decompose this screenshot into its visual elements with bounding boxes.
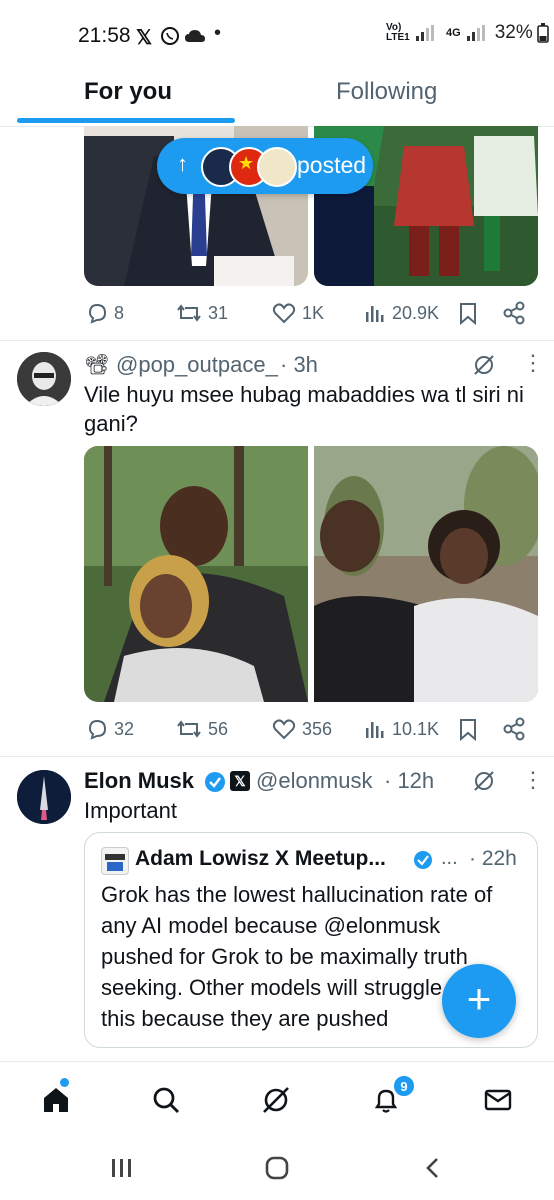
tweet2-image-2[interactable] <box>314 446 538 702</box>
grok-icon[interactable] <box>472 769 496 793</box>
tweet-divider <box>0 340 554 341</box>
home-circle-icon <box>265 1156 289 1180</box>
reply-icon <box>88 303 107 324</box>
views-icon <box>366 722 384 738</box>
retweet-button[interactable]: 31 <box>176 302 228 324</box>
share-icon[interactable] <box>502 717 526 741</box>
views-button[interactable]: 10.1K <box>364 718 439 740</box>
notification-count-badge: 9 <box>392 1074 416 1098</box>
status-bar: 21:58 𝕏 • Vo) LTE1 4G 32% <box>0 0 554 70</box>
dot-indicator: • <box>214 22 222 44</box>
views-count: 20.9K <box>392 302 440 323</box>
compose-post-button[interactable]: + <box>442 964 516 1038</box>
verified-badge-icon <box>414 851 432 869</box>
reply-icon <box>88 719 107 740</box>
back-button[interactable] <box>418 1155 448 1181</box>
home-unread-dot <box>60 1078 69 1087</box>
timeline-tabs: For you Following <box>0 70 554 127</box>
recent-apps-icon <box>112 1159 131 1177</box>
arrow-up-icon: ↑ <box>177 151 188 176</box>
plus-icon: + <box>466 975 492 1022</box>
x-app-icon: 𝕏 <box>136 27 153 49</box>
network-type: 4G <box>446 27 461 39</box>
reply-count: 8 <box>114 302 125 323</box>
film-camera-icon: 📽 <box>84 354 110 376</box>
tweet2-handle[interactable]: @pop_outpace_ <box>116 352 278 378</box>
home-system-button[interactable] <box>262 1155 292 1181</box>
tweet-divider <box>0 756 554 757</box>
search-icon <box>153 1087 179 1113</box>
mail-icon <box>484 1089 512 1111</box>
retweet-icon <box>177 304 201 322</box>
quote-avatar <box>101 847 129 875</box>
tab-following[interactable]: Following <box>336 78 437 106</box>
volte-label: Vo) LTE1 <box>386 22 410 43</box>
retweet-icon <box>177 720 201 738</box>
nav-search[interactable] <box>148 1082 184 1118</box>
bookmark-icon[interactable] <box>458 718 478 742</box>
tweet2-time: · 3h <box>280 352 318 377</box>
status-time: 21:58 <box>78 24 131 47</box>
active-tab-indicator <box>17 118 235 123</box>
avatar-image <box>17 770 71 824</box>
signal-icon-2 <box>466 25 485 41</box>
x-affiliate-icon: 𝕏 <box>230 771 250 791</box>
nav-notifications[interactable]: 9 <box>368 1074 416 1118</box>
back-chevron-icon <box>426 1158 438 1178</box>
tweet2-image-1[interactable] <box>84 446 308 702</box>
pop-outpace-avatar[interactable] <box>17 352 71 406</box>
views-count: 10.1K <box>392 718 440 739</box>
more-options-icon[interactable]: ⋮ <box>522 350 544 376</box>
grok-icon <box>263 1087 289 1113</box>
quote-time: · 22h <box>469 847 517 870</box>
quote-author-name: Adam Lowisz X Meetup... <box>135 847 386 870</box>
retweet-count: 31 <box>208 302 229 323</box>
verified-badge-icon <box>205 772 225 792</box>
battery-icon <box>536 23 549 43</box>
reply-button[interactable]: 8 <box>86 302 124 324</box>
tweet3-text: Important <box>84 798 177 823</box>
elon-musk-avatar[interactable] <box>17 770 71 824</box>
reply-count: 32 <box>114 718 135 739</box>
bottom-navigation: 9 <box>0 1061 554 1134</box>
share-icon[interactable] <box>502 301 526 325</box>
battery-percent: 32% <box>494 22 533 43</box>
whatsapp-icon <box>161 27 179 45</box>
system-navigation-bar <box>0 1133 554 1200</box>
tweet3-time: · 12h <box>384 768 435 793</box>
like-count: 1K <box>302 302 325 323</box>
nav-grok[interactable] <box>258 1082 294 1118</box>
tweet3-handle[interactable]: @elonmusk <box>256 768 373 794</box>
like-button[interactable]: 1K <box>272 302 324 324</box>
home-icon <box>44 1088 68 1112</box>
posted-avatar-3 <box>257 147 297 187</box>
reply-button[interactable]: 32 <box>86 718 134 740</box>
views-icon <box>366 306 384 322</box>
heart-icon <box>272 303 296 324</box>
heart-icon <box>272 719 296 740</box>
more-options-icon[interactable]: ⋮ <box>522 767 544 793</box>
recent-apps-button[interactable] <box>106 1155 136 1181</box>
like-button[interactable]: 356 <box>272 718 332 740</box>
image-couple-forest <box>84 446 308 702</box>
bookmark-icon[interactable] <box>458 302 478 326</box>
tweet3-name[interactable]: Elon Musk <box>84 768 194 794</box>
retweet-count: 56 <box>208 718 229 739</box>
like-count: 356 <box>302 718 333 739</box>
tweet2-text: Vile huyu msee hubag mabaddies wa tl sir… <box>84 382 524 436</box>
signal-icon <box>416 25 434 41</box>
grok-icon[interactable] <box>472 353 496 377</box>
retweet-button[interactable]: 56 <box>176 718 228 740</box>
nav-messages[interactable] <box>480 1082 516 1118</box>
nav-home[interactable] <box>38 1078 74 1118</box>
cloud-icon <box>185 30 205 42</box>
tab-for-you[interactable]: For you <box>84 78 172 106</box>
image-couple-outdoors <box>314 446 538 702</box>
views-button[interactable]: 20.9K <box>364 302 439 324</box>
quote-handle-ellipsis: ... <box>441 847 458 869</box>
new-posts-pill[interactable]: ↑ ★ posted <box>157 138 373 194</box>
avatar-image <box>17 352 71 406</box>
posted-label: posted <box>297 152 367 178</box>
